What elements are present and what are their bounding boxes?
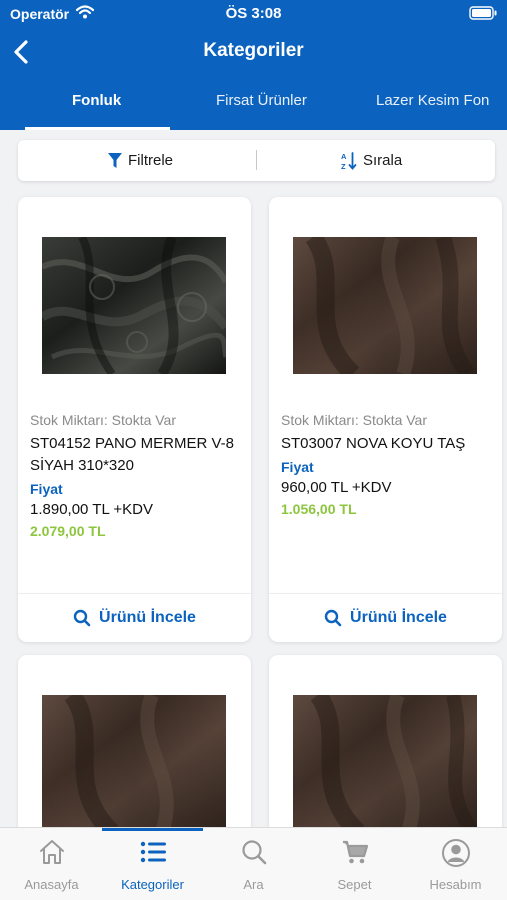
tabbar-item-home[interactable]: Anasayfa xyxy=(1,828,102,900)
tab-indicator xyxy=(25,127,170,130)
price-label: Fiyat xyxy=(281,459,314,475)
price-excl-vat: 960,00 TL +KDV xyxy=(281,479,392,496)
svg-text:A: A xyxy=(341,152,347,161)
product-card[interactable]: Stok Miktarı: Stokta Var ST03007 NOVA KO… xyxy=(269,197,502,642)
product-card[interactable] xyxy=(269,655,502,855)
filter-icon xyxy=(108,152,122,168)
tabbar-item-cart[interactable]: Sepet xyxy=(304,828,405,900)
status-bar: Operatör ÖS 3:08 xyxy=(0,0,507,28)
list-icon xyxy=(102,838,203,866)
product-name: ST04152 PANO MERMER V-8 SİYAH 310*320 xyxy=(30,435,234,474)
category-tabs: Fonluk Firsat Ürünler Lazer Kesim Fon xyxy=(0,84,507,130)
cart-icon xyxy=(304,838,405,866)
account-icon xyxy=(405,838,506,868)
tab-fonluk[interactable]: Fonluk xyxy=(72,92,121,109)
view-product-label: Ürünü İncele xyxy=(99,609,196,626)
page-title: Kategoriler xyxy=(203,40,304,61)
tabbar-label: Sepet xyxy=(337,877,372,892)
tabbar-item-search[interactable]: Ara xyxy=(203,828,304,900)
sort-label: Sırala xyxy=(363,152,403,169)
search-icon xyxy=(73,609,91,627)
filter-bar: Filtrele A Z Sırala xyxy=(18,140,495,181)
filter-button[interactable]: Filtrele xyxy=(108,140,173,181)
price-label: Fiyat xyxy=(30,481,63,497)
filter-divider xyxy=(256,150,257,170)
app-header: Operatör ÖS 3:08 Kategoriler Fonluk Firs… xyxy=(0,0,507,130)
price-incl-vat: 1.056,00 TL xyxy=(281,501,357,517)
tabbar-item-account[interactable]: Hesabım xyxy=(405,828,506,900)
view-product-label: Ürünü İncele xyxy=(350,609,447,626)
filter-label: Filtrele xyxy=(128,152,174,169)
search-icon xyxy=(203,838,304,866)
view-product-button[interactable]: Ürünü İncele xyxy=(269,594,502,642)
product-image xyxy=(293,689,479,839)
view-product-button[interactable]: Ürünü İncele xyxy=(18,594,251,642)
status-time: ÖS 3:08 xyxy=(225,5,282,22)
tabbar-item-categories[interactable]: Kategoriler xyxy=(102,828,203,900)
product-image xyxy=(42,689,226,839)
stock-status: Stok Miktarı: Stokta Var xyxy=(30,412,177,428)
tab-lazer-kesim-fon[interactable]: Lazer Kesim Fon xyxy=(376,92,489,109)
product-card[interactable]: Stok Miktarı: Stokta Var ST04152 PANO ME… xyxy=(18,197,251,642)
price-excl-vat: 1.890,00 TL +KDV xyxy=(30,501,154,518)
battery-icon xyxy=(469,6,497,25)
tabbar-label: Anasayfa xyxy=(24,877,79,892)
tabbar-label: Kategoriler xyxy=(121,877,184,892)
tabbar-label: Ara xyxy=(243,877,264,892)
bottom-tab-bar: Anasayfa Kategoriler Ara Sepet Hesabım xyxy=(0,827,507,900)
product-image xyxy=(293,231,477,381)
tab-firsat-urunler[interactable]: Firsat Ürünler xyxy=(216,92,307,109)
product-card[interactable] xyxy=(18,655,251,855)
product-name: ST03007 NOVA KOYU TAŞ xyxy=(281,435,466,452)
home-icon xyxy=(1,838,102,866)
search-icon xyxy=(324,609,342,627)
sort-az-icon: A Z xyxy=(341,152,357,170)
sort-button[interactable]: A Z Sırala xyxy=(341,140,402,181)
svg-text:Z: Z xyxy=(341,162,346,170)
price-incl-vat: 2.079,00 TL xyxy=(30,523,106,539)
stock-status: Stok Miktarı: Stokta Var xyxy=(281,412,428,428)
product-image xyxy=(39,235,230,377)
tabbar-label: Hesabım xyxy=(429,877,482,892)
